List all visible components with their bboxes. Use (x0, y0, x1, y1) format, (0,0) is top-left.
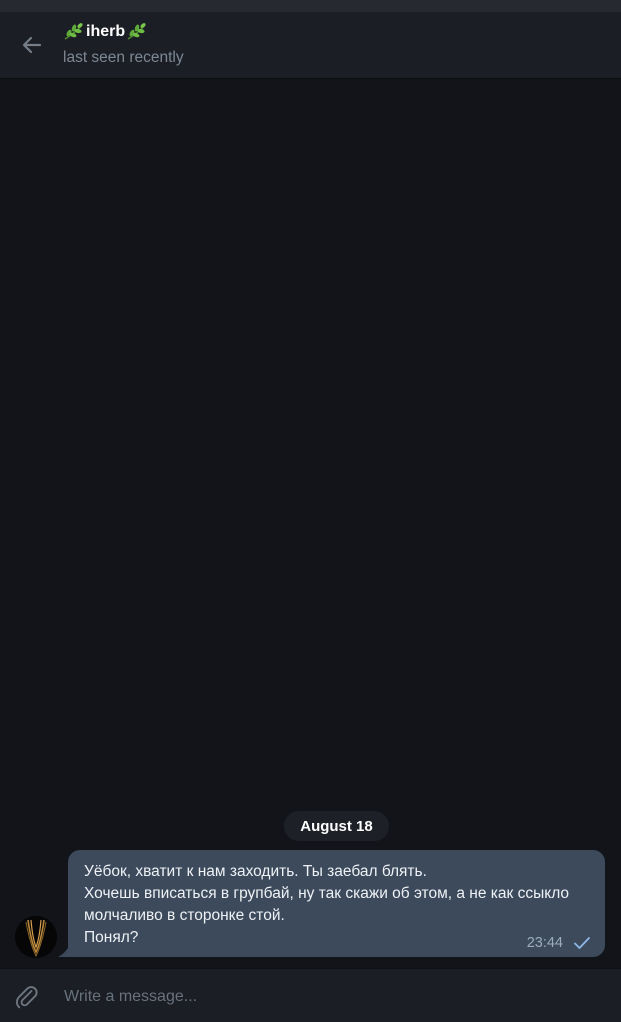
chain-avatar-image (15, 916, 57, 958)
check-icon (574, 937, 590, 949)
chat-status: last seen recently (63, 49, 184, 66)
paperclip-icon (16, 986, 38, 1009)
window-top-strip (0, 0, 621, 12)
message-time: 23:44 (526, 935, 563, 951)
back-button[interactable] (14, 30, 50, 60)
arrow-left-icon (22, 36, 42, 54)
attach-button[interactable] (12, 982, 42, 1012)
avatar[interactable] (15, 916, 57, 958)
chat-title[interactable]: iherb (63, 22, 148, 42)
message-bubble[interactable]: Уёбок, хватит к нам заходить. Ты заебал … (68, 850, 605, 957)
chat-title-text: iherb (86, 23, 126, 40)
chat-header: iherb last seen recently (0, 12, 621, 79)
composer-bar (0, 968, 621, 1022)
message-list[interactable]: August 18 Уёбок, хватит к нам заходить. … (0, 80, 621, 968)
message-text: Уёбок, хватит к нам заходить. Ты заебал … (84, 863, 570, 946)
date-separator[interactable]: August 18 (284, 811, 389, 841)
message-input[interactable] (64, 983, 604, 1011)
herb-icon (64, 23, 83, 40)
message-meta: 23:44 (527, 935, 591, 951)
herb-icon (127, 23, 146, 40)
